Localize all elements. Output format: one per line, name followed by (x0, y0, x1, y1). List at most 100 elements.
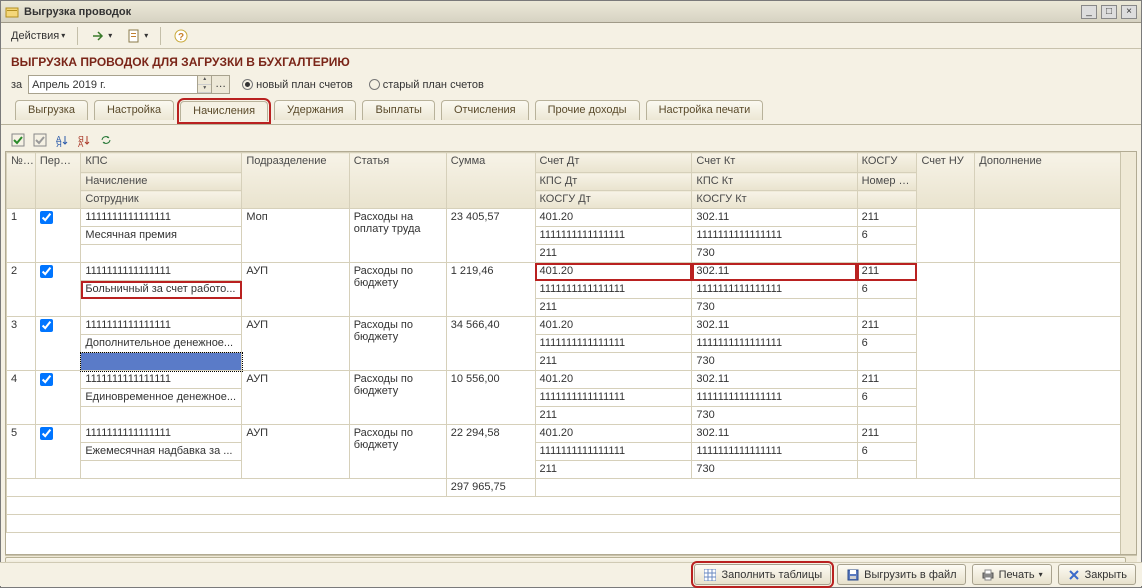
actions-menu[interactable]: Действия ▾ (7, 28, 69, 44)
cell-sotr[interactable] (81, 299, 242, 317)
col-kosgu[interactable]: КОСГУ (857, 153, 917, 173)
tab-otchisleniya[interactable]: Отчисления (441, 100, 529, 120)
col-numj[interactable]: Номер журнала (857, 173, 917, 191)
grid-body: 11111111111111111МопРасходы на оплату тр… (7, 209, 1124, 479)
period-spinner[interactable]: ▲▼ (198, 75, 212, 94)
radio-old-plan[interactable]: старый план счетов (369, 79, 484, 91)
perenos-checkbox[interactable] (40, 427, 53, 440)
col-nach[interactable]: Начисление (81, 173, 242, 191)
refresh-button[interactable] (97, 131, 115, 149)
cell-kps: 1111111111111111 (81, 209, 242, 227)
cell-perenos[interactable] (35, 209, 80, 263)
cell-num: 5 (7, 425, 36, 479)
help-button[interactable]: ? (169, 26, 193, 46)
col-perenos[interactable]: Перенос (35, 153, 80, 209)
table-row[interactable]: 41111111111111111АУПРасходы по бюджету10… (7, 371, 1124, 389)
col-num[interactable]: № п/п (7, 153, 36, 209)
col-sotr[interactable]: Сотрудник (81, 191, 242, 209)
perenos-checkbox[interactable] (40, 319, 53, 332)
cell-kps: 1111111111111111 (81, 371, 242, 389)
cell-sotr[interactable] (81, 353, 242, 371)
cell-kt: 302.11 (692, 371, 857, 389)
cell-kpskt: 1111111111111111 (692, 389, 857, 407)
col-kps[interactable]: КПС (81, 153, 242, 173)
cell-perenos[interactable] (35, 317, 80, 371)
col-nu[interactable]: Счет НУ (917, 153, 975, 209)
tab-nastroika-pechati[interactable]: Настройка печати (646, 100, 764, 120)
cell-nu (917, 263, 975, 317)
uncheck-all-button[interactable] (31, 131, 49, 149)
col-dt[interactable]: Счет Дт (535, 153, 692, 173)
main-toolbar: Действия ▾ ▾ ▾ ? (1, 23, 1141, 49)
cell-dt: 401.20 (535, 263, 692, 281)
vertical-scrollbar[interactable] (1120, 152, 1136, 554)
fill-tables-button[interactable]: Заполнить таблицы (694, 564, 831, 585)
cell-num: 2 (7, 263, 36, 317)
cell-perenos[interactable] (35, 425, 80, 479)
cell-sotr[interactable] (81, 407, 242, 425)
perenos-checkbox[interactable] (40, 211, 53, 224)
col-podr[interactable]: Подразделение (242, 153, 349, 209)
minimize-button[interactable]: _ (1081, 5, 1097, 19)
col-kosgudt[interactable]: КОСГУ Дт (535, 191, 692, 209)
cell-sotr[interactable] (81, 245, 242, 263)
col-kpskt[interactable]: КПС Кт (692, 173, 857, 191)
spinner-up-icon[interactable]: ▲ (198, 76, 211, 85)
cell-kosgu: 211 (857, 371, 917, 389)
maximize-button[interactable]: □ (1101, 5, 1117, 19)
col-kpsdt[interactable]: КПС Дт (535, 173, 692, 191)
cell-kpsdt: 1111111111111111 (535, 281, 692, 299)
tab-nachisleniya[interactable]: Начисления (180, 101, 268, 121)
check-all-button[interactable] (9, 131, 27, 149)
col-kosgukt[interactable]: КОСГУ Кт (692, 191, 857, 209)
cell-kosgudt: 211 (535, 299, 692, 317)
table-row[interactable]: 31111111111111111АУПРасходы по бюджету34… (7, 317, 1124, 335)
period-label: за (11, 79, 22, 91)
tab-nastroika[interactable]: Настройка (94, 100, 174, 120)
perenos-checkbox[interactable] (40, 265, 53, 278)
radio-new-label: новый план счетов (256, 79, 353, 91)
col-dop[interactable]: Дополнение (975, 153, 1124, 209)
tab-vygruzka[interactable]: Выгрузка (15, 100, 88, 120)
cell-perenos[interactable] (35, 371, 80, 425)
actions-menu-label: Действия (11, 30, 59, 42)
cell-sotr[interactable] (81, 461, 242, 479)
period-select-button[interactable]: … (212, 75, 230, 94)
col-sum[interactable]: Сумма (446, 153, 535, 209)
period-input[interactable]: Апрель 2019 г. (28, 75, 198, 94)
table-row[interactable]: 21111111111111111АУПРасходы по бюджету1 … (7, 263, 1124, 281)
cell-kpsdt: 1111111111111111 (535, 443, 692, 461)
tab-vyplaty[interactable]: Выплаты (362, 100, 434, 120)
close-window-button[interactable]: × (1121, 5, 1137, 19)
chevron-down-icon: ▾ (1039, 570, 1043, 579)
sort-desc-button[interactable]: ЯA (75, 131, 93, 149)
cell-kps: 1111111111111111 (81, 425, 242, 443)
cell-blank (857, 407, 917, 425)
export-file-button[interactable]: Выгрузить в файл (837, 564, 965, 585)
table-row[interactable]: 51111111111111111АУПРасходы по бюджету22… (7, 425, 1124, 443)
cell-podr: Моп (242, 209, 349, 263)
go-button[interactable]: ▾ (86, 26, 116, 46)
col-kt[interactable]: Счет Кт (692, 153, 857, 173)
col-art[interactable]: Статья (349, 153, 446, 209)
tab-prochie[interactable]: Прочие доходы (535, 100, 640, 120)
report-button[interactable]: ▾ (122, 26, 152, 46)
cell-perenos[interactable] (35, 263, 80, 317)
cell-nach: Месячная премия (81, 227, 242, 245)
spinner-down-icon[interactable]: ▼ (198, 85, 211, 94)
cell-kosgudt: 211 (535, 245, 692, 263)
close-button[interactable]: Закрыть (1058, 564, 1136, 585)
table-row[interactable]: 11111111111111111МопРасходы на оплату тр… (7, 209, 1124, 227)
cell-sum: 34 566,40 (446, 317, 535, 371)
radio-new-plan[interactable]: новый план счетов (242, 79, 353, 91)
export-file-label: Выгрузить в файл (864, 569, 956, 581)
cell-kps: 1111111111111111 (81, 263, 242, 281)
print-button[interactable]: Печать ▾ (972, 564, 1052, 585)
perenos-checkbox[interactable] (40, 373, 53, 386)
document-icon (126, 28, 142, 44)
fill-tables-label: Заполнить таблицы (721, 569, 822, 581)
data-grid[interactable]: № п/п Перенос КПС Подразделение Статья С… (6, 152, 1124, 533)
sort-asc-button[interactable]: AЯ (53, 131, 71, 149)
tab-uderzhaniya[interactable]: Удержания (274, 100, 356, 120)
cell-sum: 23 405,57 (446, 209, 535, 263)
